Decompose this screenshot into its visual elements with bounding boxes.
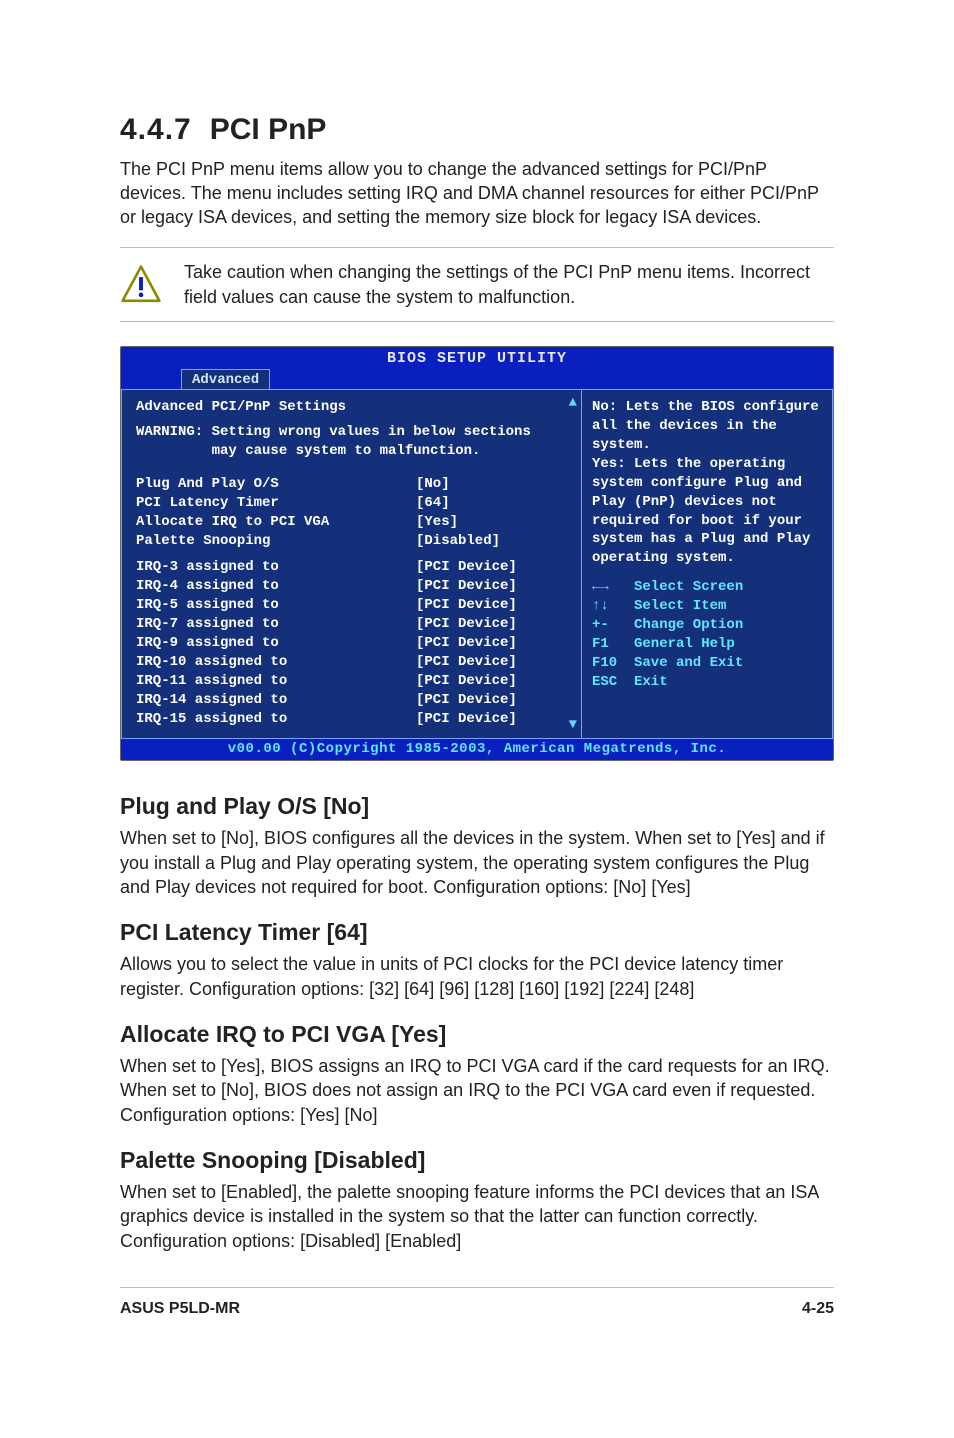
bios-key-row: F1General Help <box>592 635 822 654</box>
bios-irq-key: IRQ-15 assigned to <box>136 710 416 729</box>
bios-option-row: Allocate IRQ to PCI VGA[Yes] <box>136 513 571 532</box>
section-heading: 4.4.7 PCI PnP <box>120 110 834 151</box>
bios-option-row: Plug And Play O/S[No] <box>136 475 571 494</box>
bios-irq-row: IRQ-5 assigned to[PCI Device] <box>136 596 571 615</box>
bios-key: ←→ <box>592 578 634 597</box>
bios-irq-key: IRQ-14 assigned to <box>136 691 416 710</box>
subsection-body: When set to [Yes], BIOS assigns an IRQ t… <box>120 1054 834 1127</box>
bios-title: BIOS SETUP UTILITY <box>121 349 833 369</box>
bios-irq-key: IRQ-5 assigned to <box>136 596 416 615</box>
bios-irq-value: [PCI Device] <box>416 634 517 653</box>
bios-key: +- <box>592 616 634 635</box>
bios-option-row: PCI Latency Timer[64] <box>136 494 571 513</box>
bios-irq-row: IRQ-11 assigned to[PCI Device] <box>136 672 571 691</box>
bios-irq-value: [PCI Device] <box>416 672 517 691</box>
bios-key-desc: Select Screen <box>634 578 743 597</box>
subsection-heading: Palette Snooping [Disabled] <box>120 1145 834 1176</box>
bios-option-row: Palette Snooping[Disabled] <box>136 532 571 551</box>
bios-option-key: Palette Snooping <box>136 532 416 551</box>
bios-irq-value: [PCI Device] <box>416 577 517 596</box>
bios-help-text: No: Lets the BIOS configure all the devi… <box>592 398 822 568</box>
bios-irq-row: IRQ-3 assigned to[PCI Device] <box>136 558 571 577</box>
bios-key-row: ESCExit <box>592 673 822 692</box>
bios-screenshot: BIOS SETUP UTILITY Advanced ▲ Advanced P… <box>120 346 834 761</box>
bios-option-key: PCI Latency Timer <box>136 494 416 513</box>
subsection-body: Allows you to select the value in units … <box>120 952 834 1001</box>
footer-right: 4-25 <box>802 1298 834 1320</box>
bios-key: F1 <box>592 635 634 654</box>
bios-irq-key: IRQ-11 assigned to <box>136 672 416 691</box>
bios-irq-value: [PCI Device] <box>416 653 517 672</box>
bios-headline: Advanced PCI/PnP Settings <box>136 398 571 417</box>
section-title: PCI PnP <box>210 113 327 146</box>
bios-key-legend: ←→Select Screen↑↓Select Item+-Change Opt… <box>592 578 822 691</box>
caution-text: Take caution when changing the settings … <box>184 260 834 309</box>
subsection-body: When set to [No], BIOS configures all th… <box>120 826 834 899</box>
bios-irq-row: IRQ-7 assigned to[PCI Device] <box>136 615 571 634</box>
scroll-up-icon: ▲ <box>569 394 577 413</box>
bios-irq-key: IRQ-9 assigned to <box>136 634 416 653</box>
bios-irq-value: [PCI Device] <box>416 558 517 577</box>
bios-key-row: +-Change Option <box>592 616 822 635</box>
warning-icon <box>120 264 162 306</box>
bios-irq-row: IRQ-9 assigned to[PCI Device] <box>136 634 571 653</box>
bios-key-row: F10Save and Exit <box>592 654 822 673</box>
bios-right-pane: No: Lets the BIOS configure all the devi… <box>582 389 833 739</box>
bios-irq-key: IRQ-3 assigned to <box>136 558 416 577</box>
subsection-heading: Plug and Play O/S [No] <box>120 791 834 822</box>
bios-key-row: ←→Select Screen <box>592 578 822 597</box>
bios-irq-value: [PCI Device] <box>416 596 517 615</box>
bios-irq-row: IRQ-15 assigned to[PCI Device] <box>136 710 571 729</box>
bios-key-row: ↑↓Select Item <box>592 597 822 616</box>
subsection-heading: PCI Latency Timer [64] <box>120 917 834 948</box>
bios-irq-key: IRQ-10 assigned to <box>136 653 416 672</box>
bios-irq-row: IRQ-10 assigned to[PCI Device] <box>136 653 571 672</box>
section-number: 4.4.7 <box>120 113 192 146</box>
bios-key-desc: Select Item <box>634 597 726 616</box>
bios-option-value: [Yes] <box>416 513 458 532</box>
bios-option-key: Plug And Play O/S <box>136 475 416 494</box>
bios-titlebar: BIOS SETUP UTILITY Advanced <box>121 347 833 389</box>
bios-key-desc: General Help <box>634 635 735 654</box>
bios-irq-row: IRQ-4 assigned to[PCI Device] <box>136 577 571 596</box>
bios-warning: WARNING: Setting wrong values in below s… <box>136 423 571 461</box>
page-footer: ASUS P5LD-MR 4-25 <box>120 1287 834 1320</box>
bios-irq-value: [PCI Device] <box>416 691 517 710</box>
footer-left: ASUS P5LD-MR <box>120 1298 240 1320</box>
subsection-body: When set to [Enabled], the palette snoop… <box>120 1180 834 1253</box>
bios-irq-key: IRQ-7 assigned to <box>136 615 416 634</box>
bios-irq-value: [PCI Device] <box>416 710 517 729</box>
bios-key-desc: Exit <box>634 673 668 692</box>
bios-key-desc: Change Option <box>634 616 743 635</box>
bios-option-value: [64] <box>416 494 450 513</box>
bios-irq-key: IRQ-4 assigned to <box>136 577 416 596</box>
bios-irq-value: [PCI Device] <box>416 615 517 634</box>
bios-key: ↑↓ <box>592 597 634 616</box>
bios-option-key: Allocate IRQ to PCI VGA <box>136 513 416 532</box>
bios-option-value: [No] <box>416 475 450 494</box>
bios-key: ESC <box>592 673 634 692</box>
bios-footer: v00.00 (C)Copyright 1985-2003, American … <box>121 739 833 760</box>
bios-left-pane: ▲ Advanced PCI/PnP Settings WARNING: Set… <box>121 389 582 739</box>
subsection-heading: Allocate IRQ to PCI VGA [Yes] <box>120 1019 834 1050</box>
caution-block: Take caution when changing the settings … <box>120 247 834 322</box>
bios-irq-row: IRQ-14 assigned to[PCI Device] <box>136 691 571 710</box>
scroll-down-icon: ▼ <box>569 716 577 735</box>
bios-option-value: [Disabled] <box>416 532 500 551</box>
bios-key-desc: Save and Exit <box>634 654 743 673</box>
intro-paragraph: The PCI PnP menu items allow you to chan… <box>120 157 834 230</box>
bios-tab-advanced: Advanced <box>181 369 270 390</box>
bios-key: F10 <box>592 654 634 673</box>
